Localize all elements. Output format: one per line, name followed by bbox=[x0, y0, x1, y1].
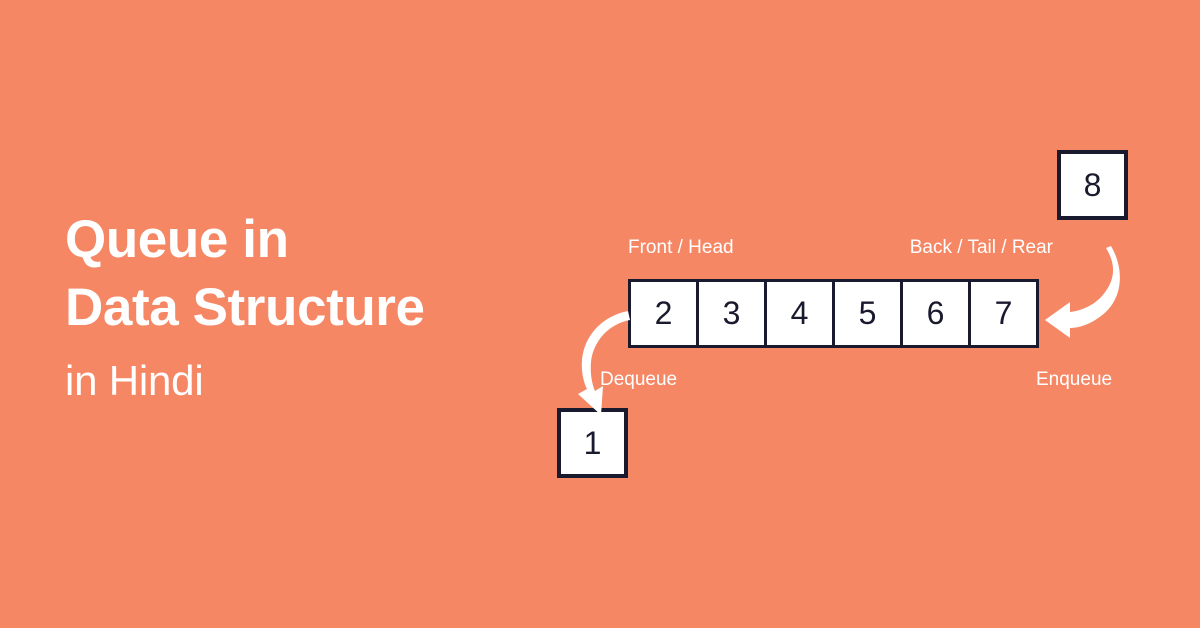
queue-cell: 4 bbox=[764, 279, 835, 348]
back-tail-rear-label: Back / Tail / Rear bbox=[909, 237, 1053, 258]
incoming-element-box: 8 bbox=[1057, 150, 1128, 220]
queue-endpoint-labels: Front / Head Back / Tail / Rear bbox=[628, 238, 1053, 257]
queue-cell: 7 bbox=[968, 279, 1039, 348]
queue-cell: 2 bbox=[628, 279, 699, 348]
page-subtitle: in Hindi bbox=[65, 356, 204, 404]
queue-diagram: Front / Head Back / Tail / Rear 2 3 4 5 … bbox=[540, 130, 1180, 510]
front-head-label: Front / Head bbox=[628, 237, 734, 258]
title-block: Queue in Data Structure in Hindi bbox=[65, 206, 545, 406]
queue-cell: 5 bbox=[832, 279, 903, 348]
dequeue-arrow-icon bbox=[578, 311, 630, 415]
dequeue-label: Dequeue bbox=[600, 369, 678, 390]
enqueue-arrow-icon bbox=[1045, 246, 1120, 338]
poster-canvas: Queue in Data Structure in Hindi Front /… bbox=[0, 0, 1200, 628]
page-title: Queue in Data Structure bbox=[65, 210, 425, 337]
enqueue-label: Enqueue bbox=[1036, 369, 1113, 390]
queue-cell: 3 bbox=[696, 279, 767, 348]
queue-cells: 2 3 4 5 6 7 bbox=[628, 279, 1039, 348]
outgoing-element-box: 1 bbox=[557, 408, 628, 478]
queue-cell: 6 bbox=[900, 279, 971, 348]
